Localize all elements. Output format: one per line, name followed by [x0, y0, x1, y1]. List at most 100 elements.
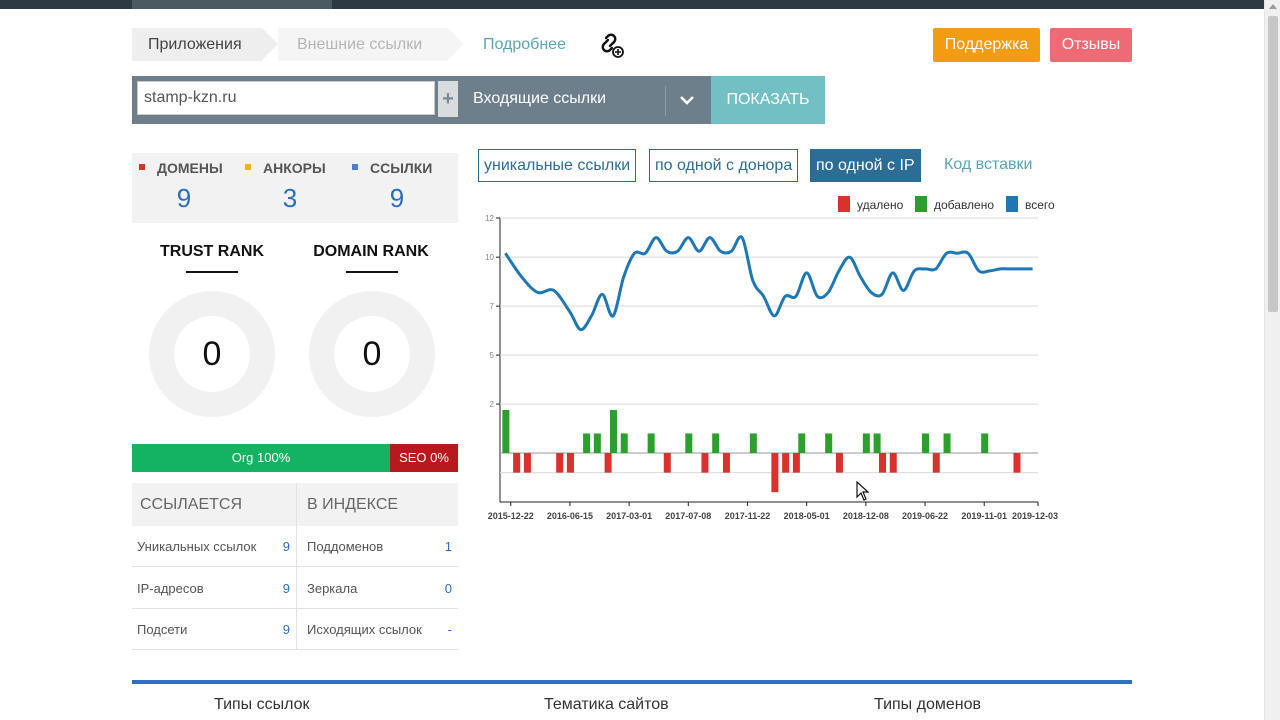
embed-code-link[interactable]: Код вставки — [944, 156, 1032, 174]
link-add-icon[interactable] — [596, 31, 626, 59]
stat-domains-value[interactable]: 9 — [164, 183, 204, 214]
added-bar — [609, 409, 617, 454]
table-row: Подсети 9 — [132, 609, 296, 650]
support-button[interactable]: Поддержка — [933, 28, 1040, 62]
table-row: IP-адресов 9 — [132, 568, 296, 609]
links-dot-icon — [352, 164, 358, 171]
domain-rank-gauge: 0 — [309, 291, 435, 417]
legend-swatch — [838, 196, 850, 212]
row-label: Подсети — [137, 622, 188, 637]
y-tick-label: 12 — [485, 214, 494, 223]
tab-unique-links[interactable]: уникальные ссылки — [478, 149, 637, 182]
legend-swatch — [1006, 196, 1018, 212]
org-traffic-bar: Org 100% — [132, 444, 390, 472]
section-divider — [132, 680, 1132, 684]
y-tick-label: 7 — [490, 302, 495, 311]
rank-underline — [346, 271, 398, 273]
select-divider — [665, 86, 666, 116]
more-details-link[interactable]: Подробнее — [483, 36, 566, 54]
row-value[interactable]: 1 — [445, 526, 452, 567]
row-value[interactable]: 9 — [283, 609, 290, 650]
added-bar — [873, 433, 881, 454]
legend-label: добавлено — [934, 198, 994, 212]
x-tick-label: 2017-03-01 — [606, 511, 652, 521]
table-row: Исходящих ссылок - — [297, 609, 458, 650]
links-history-chart: 12 10 7 5 2 2015-12-22 2016-06-15 2017-03-01 201… — [485, 196, 1058, 521]
removed-bar — [566, 453, 574, 473]
x-tick-label: 2015-12-22 — [488, 511, 534, 521]
removed-bar — [932, 453, 940, 473]
tab-one-per-donor[interactable]: по одной с донора — [649, 149, 799, 182]
top-nav-active-item[interactable] — [132, 0, 332, 9]
added-bar — [943, 433, 951, 454]
table-row: Уникальных ссылок 9 — [132, 526, 296, 567]
tab-site-topics[interactable]: Тематика сайтов — [544, 696, 669, 714]
breadcrumb-apps[interactable]: Приложения — [132, 28, 278, 61]
reviews-button[interactable]: Отзывы — [1050, 28, 1132, 62]
removed-bar — [878, 453, 886, 473]
added-bar — [647, 433, 655, 454]
total-links-line — [504, 235, 1033, 332]
removed-bar — [792, 453, 800, 473]
trust-rank-gauge: 0 — [149, 291, 275, 417]
page-scrollbar[interactable] — [1264, 0, 1280, 720]
stat-anchors-value[interactable]: 3 — [270, 183, 310, 214]
added-bar — [712, 433, 720, 454]
added-bar — [502, 409, 510, 454]
removed-bar — [604, 453, 612, 473]
trust-rank-title: TRUST RANK — [160, 243, 264, 260]
row-value: - — [447, 622, 452, 637]
seo-traffic-bar: SEO 0% — [390, 444, 458, 472]
table-header-indexed: В ИНДЕКСЕ — [297, 483, 458, 526]
x-tick-label: 2017-07-08 — [665, 511, 711, 521]
link-type-select[interactable]: Входящие ссылки — [473, 90, 606, 108]
table-header-links-to: ССЫЛАЕТСЯ — [132, 483, 296, 526]
added-bar — [593, 433, 601, 454]
removed-bar — [513, 453, 521, 473]
added-bar — [685, 433, 693, 454]
added-bar — [981, 433, 989, 454]
stat-links-value[interactable]: 9 — [377, 183, 417, 214]
added-bar — [825, 433, 833, 454]
scroll-up-icon[interactable] — [1269, 4, 1277, 9]
row-value[interactable]: 0 — [445, 568, 452, 609]
stat-links-label: ССЫЛКИ — [352, 160, 432, 176]
tab-domain-types[interactable]: Типы доменов — [874, 696, 981, 714]
plus-icon[interactable]: + — [438, 81, 458, 117]
y-tick-label: 10 — [485, 253, 494, 262]
removed-bar — [556, 453, 564, 473]
removed-bar — [889, 453, 897, 473]
top-navigation-bar — [0, 0, 1264, 9]
domains-dot-icon — [139, 164, 145, 171]
tab-link-types[interactable]: Типы ссылок — [214, 696, 310, 714]
y-tick-label: 5 — [490, 351, 495, 360]
added-bar — [862, 433, 870, 454]
x-tick-label: 2018-12-08 — [843, 511, 889, 521]
traffic-split-bar: Org 100% SEO 0% — [132, 444, 458, 472]
stat-domains-label: ДОМЕНЫ — [139, 160, 223, 176]
x-tick-label: 2018-05-01 — [784, 511, 830, 521]
table-row: Поддоменов 1 — [297, 526, 458, 567]
x-tick-label: 2019-11-01 — [961, 511, 1007, 521]
row-label: Поддоменов — [307, 539, 384, 554]
x-tick-label: 2019-06-22 — [902, 511, 948, 521]
domain-rank-value: 0 — [334, 316, 410, 392]
chevron-down-icon[interactable] — [679, 92, 695, 108]
show-button[interactable]: ПОКАЗАТЬ — [711, 76, 825, 124]
stat-label: ССЫЛКИ — [370, 160, 433, 176]
y-tick-label: 2 — [490, 400, 495, 409]
removed-bar — [771, 453, 779, 493]
x-tick-label: 2016-06-15 — [547, 511, 593, 521]
rank-underline — [186, 271, 238, 273]
scrollbar-thumb[interactable] — [1268, 16, 1278, 312]
breadcrumb-external-links[interactable]: Внешние ссылки — [278, 28, 464, 61]
x-tick-label: 2019-12-03 — [1012, 511, 1058, 521]
row-label: Зеркала — [307, 581, 358, 596]
domain-input[interactable] — [137, 81, 435, 115]
row-value[interactable]: 9 — [283, 526, 290, 567]
row-label: Исходящих ссылок — [307, 622, 422, 637]
tab-one-per-ip[interactable]: по одной с IP — [810, 149, 921, 182]
removed-bar — [782, 453, 790, 473]
row-value[interactable]: 9 — [283, 568, 290, 609]
removed-bar — [701, 453, 709, 473]
